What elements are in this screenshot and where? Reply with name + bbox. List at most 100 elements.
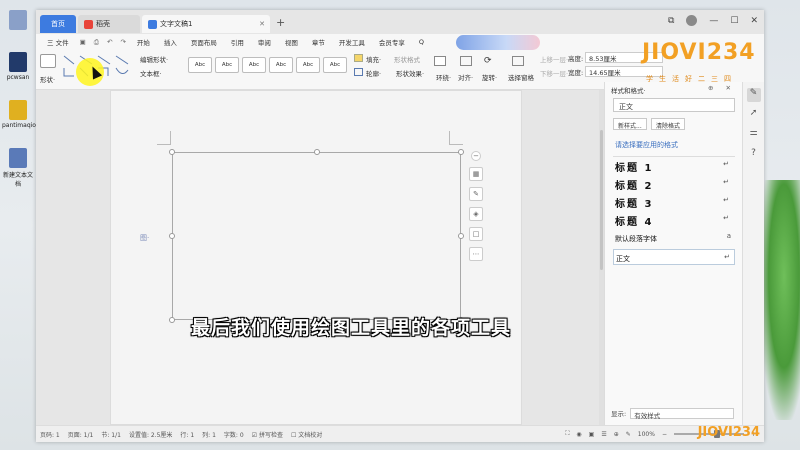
menu-item[interactable]: 会员专享	[372, 37, 412, 47]
desktop-icon-recycle[interactable]	[2, 10, 34, 32]
maximize-icon[interactable]: ☐	[730, 16, 738, 26]
shape-button[interactable]: 形状·	[40, 74, 55, 84]
status-bar: 页码: 1 页面: 1/1 节: 1/1 设置值: 2.5厘米 行: 1 列: …	[36, 425, 764, 442]
settings-sliders-icon[interactable]: ⚌	[747, 128, 761, 142]
shape-style-sample[interactable]: Abc	[269, 57, 293, 73]
rotate-button[interactable]: 旋转·	[482, 72, 497, 82]
send-backward-button[interactable]: 下移一层·	[540, 68, 568, 78]
layout-options-icon[interactable]: ▦	[469, 167, 483, 181]
menu-file[interactable]: 三 文件	[40, 37, 76, 47]
page-view-icon[interactable]: ▣	[589, 431, 595, 438]
collapse-icon[interactable]: −	[471, 151, 481, 161]
web-view-icon[interactable]: ⊕	[614, 431, 619, 438]
style-item[interactable]: 正文 ↵	[613, 249, 735, 265]
more-tools-icon[interactable]: ⋯	[469, 247, 483, 261]
promo-banner[interactable]	[456, 35, 540, 50]
redo-icon[interactable]: ↷	[116, 38, 129, 46]
menu-item[interactable]: 审阅	[251, 37, 278, 47]
print-icon[interactable]: ⎙	[90, 38, 103, 47]
select-pane-button[interactable]: 选择窗格	[508, 72, 534, 82]
shape-style-sample[interactable]: Abc	[296, 57, 320, 73]
select-pane-icon	[512, 56, 524, 66]
style-item[interactable]: 标题 3 ↵	[613, 193, 735, 211]
shape-format-button[interactable]: 形状格式	[394, 54, 420, 64]
status-pages[interactable]: 页面: 1/1	[68, 430, 94, 439]
find-icon[interactable]: Q	[412, 38, 431, 46]
select-arrow-icon[interactable]: ➚	[747, 108, 761, 122]
zoom-out-icon[interactable]: −	[662, 431, 667, 438]
resize-handle[interactable]	[169, 233, 175, 239]
status-section[interactable]: 节: 1/1	[101, 430, 121, 439]
shape-effect-button[interactable]: 形状效果·	[396, 68, 424, 78]
current-style-select[interactable]: 正文	[613, 98, 735, 112]
undo-icon[interactable]: ↶	[103, 38, 116, 46]
style-item[interactable]: 标题 4 ↵	[613, 211, 735, 229]
status-word-count[interactable]: 字数: 0	[224, 430, 244, 439]
desktop-icon-label: pcwsan	[6, 74, 30, 81]
close-window-icon[interactable]: ✕	[750, 16, 758, 26]
style-brush-icon[interactable]: ✎	[746, 88, 761, 102]
style-item[interactable]: 默认段落字体 a	[613, 229, 735, 247]
help-icon[interactable]: ?	[747, 148, 761, 162]
desktop-icon-pantimaqiol[interactable]: pantimaqiol	[2, 100, 38, 129]
avatar[interactable]	[686, 15, 698, 26]
menu-item[interactable]: 视图	[278, 37, 305, 47]
menu-item[interactable]: 开始	[130, 37, 157, 47]
align-button[interactable]: 对齐·	[458, 72, 473, 82]
menu-item[interactable]: 插入	[157, 37, 184, 47]
shape-style-sample[interactable]: Abc	[188, 57, 212, 73]
resize-handle[interactable]	[314, 149, 320, 155]
resize-handle[interactable]	[169, 149, 175, 155]
shape-icon[interactable]	[40, 54, 56, 68]
resize-handle[interactable]	[169, 317, 175, 323]
desktop-icon-textfile[interactable]: 新建文本文档	[2, 148, 34, 188]
show-filter-select[interactable]: 有效样式	[630, 407, 735, 420]
write-view-icon[interactable]: ✎	[626, 431, 631, 438]
style-item-name: 标题 4	[615, 217, 654, 228]
new-tab-button[interactable]: +	[276, 16, 285, 29]
desktop-icon-pcwsan[interactable]: pcwsan	[2, 52, 34, 81]
clear-format-button[interactable]: 清除格式	[651, 118, 686, 130]
pane-controls[interactable]: ⊕ ✕	[708, 84, 736, 92]
eye-icon[interactable]: ◉	[576, 431, 581, 438]
spell-check-button[interactable]: ☑ 拼写检查	[252, 430, 283, 439]
resize-handle[interactable]	[458, 149, 464, 155]
shape-style-sample[interactable]: Abc	[215, 57, 239, 73]
outline-button[interactable]: 轮廓·	[366, 68, 381, 78]
doc-check-button[interactable]: ☐ 文档校对	[291, 430, 322, 439]
status-setting-value[interactable]: 设置值: 2.5厘米	[129, 430, 172, 439]
edit-shape-button[interactable]: 编辑形状·	[140, 54, 168, 64]
new-style-button[interactable]: 新样式...	[613, 118, 647, 130]
menu-item[interactable]: 开发工具	[332, 37, 372, 47]
wrap-button[interactable]: 环绕·	[436, 72, 451, 82]
tab-document-label: 文字文稿1	[160, 20, 193, 28]
text-box-button[interactable]: 文本框·	[140, 68, 162, 78]
tab-document[interactable]: 文字文稿1 ✕	[142, 15, 270, 33]
anchor-icon[interactable]: 图·	[140, 233, 149, 243]
style-item[interactable]: 标题 2 ↵	[613, 175, 735, 193]
zoom-level[interactable]: 100%	[638, 431, 655, 438]
shape-style-sample[interactable]: Abc	[242, 57, 266, 73]
resize-handle[interactable]	[458, 233, 464, 239]
drawing-canvas[interactable]	[172, 152, 461, 320]
fullscreen-icon[interactable]: ⛶	[565, 430, 569, 438]
close-tab-icon[interactable]: ✕	[259, 20, 265, 28]
tab-home[interactable]: 首页	[40, 15, 76, 33]
status-page-number[interactable]: 页码: 1	[40, 430, 60, 439]
shape-style-sample[interactable]: Abc	[323, 57, 347, 73]
menu-item[interactable]: 页面布局	[184, 37, 224, 47]
menu-item[interactable]: 章节	[305, 37, 332, 47]
window-layout-icon[interactable]: ⧉	[668, 16, 674, 26]
minimize-icon[interactable]: —	[709, 16, 718, 26]
fill-button[interactable]: 填充·	[366, 54, 381, 64]
fill-bucket-icon[interactable]: ◈	[469, 207, 483, 221]
menu-item[interactable]: 引用	[224, 37, 251, 47]
bring-forward-button[interactable]: 上移一层·	[540, 54, 568, 64]
shape-outline-icon[interactable]: □	[469, 227, 483, 241]
outline-view-icon[interactable]: ☰	[601, 431, 606, 438]
style-item[interactable]: 标题 1 ↵	[613, 157, 735, 175]
pen-icon[interactable]: ✎	[469, 187, 483, 201]
scroll-thumb[interactable]	[600, 130, 603, 270]
tab-daoke[interactable]: 稻壳	[78, 15, 140, 33]
save-icon[interactable]: ▣	[76, 38, 90, 46]
